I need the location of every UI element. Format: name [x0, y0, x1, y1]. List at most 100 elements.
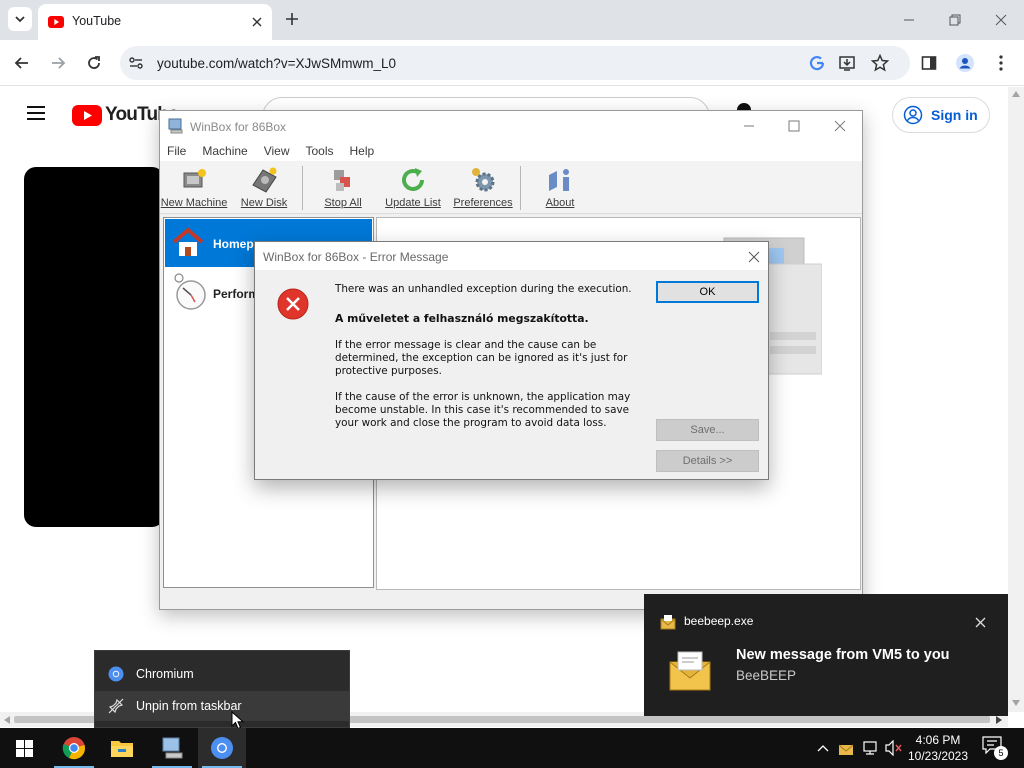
- profile-icon: [956, 54, 974, 72]
- chromium-icon: [211, 737, 233, 759]
- url-text: youtube.com/watch?v=XJwSMmwm_L0: [157, 56, 396, 71]
- save-button[interactable]: Save...: [656, 419, 759, 441]
- reload-button[interactable]: [80, 49, 108, 77]
- back-button[interactable]: [8, 49, 36, 77]
- google-lens-icon[interactable]: [808, 54, 826, 72]
- jumplist-item-label: Chromium: [136, 667, 194, 681]
- tray-network[interactable]: [860, 738, 880, 758]
- winbox-taskbar-icon: [162, 737, 183, 759]
- toast-title: New message from VM5 to you: [736, 647, 950, 663]
- action-center-button[interactable]: 5: [982, 736, 1008, 760]
- winbox-maximize-button[interactable]: [779, 114, 809, 138]
- tab-strip: YouTube: [0, 0, 1024, 40]
- minimize-button[interactable]: [897, 8, 921, 32]
- new-machine-label: New Machine: [160, 197, 228, 209]
- close-icon: [834, 120, 846, 132]
- guide-menu-button[interactable]: [26, 105, 46, 121]
- update-list-icon: [402, 168, 424, 191]
- forward-button[interactable]: [44, 49, 72, 77]
- new-machine-icon: [183, 169, 206, 188]
- minimize-icon: [904, 19, 914, 21]
- taskbar-chrome[interactable]: [50, 728, 98, 768]
- browser-toolbar: youtube.com/watch?v=XJwSMmwm_L0: [0, 40, 1024, 86]
- bookmark-star-icon[interactable]: [871, 54, 889, 72]
- jumplist-item-label: Unpin from taskbar: [136, 699, 242, 713]
- error-dialog-titlebar[interactable]: WinBox for 86Box - Error Message: [255, 242, 768, 270]
- stop-all-button[interactable]: Stop All: [319, 165, 367, 213]
- about-button[interactable]: About: [538, 165, 582, 213]
- error-summary: There was an unhandled exception during …: [335, 283, 632, 295]
- start-button[interactable]: [0, 728, 48, 768]
- tab-youtube[interactable]: YouTube: [38, 4, 272, 40]
- restore-button[interactable]: [943, 8, 967, 32]
- youtube-logo-icon: [72, 104, 102, 126]
- ok-button[interactable]: OK: [656, 281, 759, 303]
- arrow-left-icon: [14, 57, 28, 69]
- sign-in-label: Sign in: [931, 107, 978, 123]
- stop-all-icon: [334, 170, 350, 191]
- install-icon: [839, 56, 855, 71]
- side-panel-button[interactable]: [918, 52, 940, 74]
- menu-file[interactable]: File: [167, 144, 186, 158]
- scroll-down-icon: [1012, 700, 1020, 706]
- tab-search-button[interactable]: [8, 7, 32, 31]
- address-bar[interactable]: youtube.com/watch?v=XJwSMmwm_L0: [120, 46, 910, 80]
- chevron-down-icon: [15, 16, 25, 23]
- toast-notification[interactable]: beebeep.exe New message from VM5 to you …: [644, 594, 1008, 716]
- new-tab-button[interactable]: [282, 9, 302, 29]
- winbox-app-icon: [168, 118, 183, 134]
- details-button[interactable]: Details >>: [656, 450, 759, 472]
- update-list-button[interactable]: Update List: [382, 165, 444, 213]
- scroll-up-icon: [1012, 91, 1020, 97]
- winbox-close-button[interactable]: [825, 114, 855, 138]
- restore-icon: [949, 14, 961, 26]
- new-disk-button[interactable]: New Disk: [238, 165, 290, 213]
- winbox-minimize-button[interactable]: [734, 114, 764, 138]
- preferences-button[interactable]: Preferences: [452, 165, 514, 213]
- close-icon: [748, 251, 760, 263]
- taskbar-chromium[interactable]: [198, 728, 246, 768]
- menu-view[interactable]: View: [264, 144, 290, 158]
- side-panel-icon: [921, 56, 937, 70]
- hamburger-icon: [27, 106, 45, 120]
- winbox-menubar: File Machine View Tools Help: [160, 141, 862, 161]
- error-paragraph-2: If the cause of the error is unknown, th…: [335, 391, 631, 429]
- show-hidden-icons-button[interactable]: [813, 738, 833, 758]
- close-window-button[interactable]: [989, 8, 1013, 32]
- error-paragraph-1: If the error message is clear and the ca…: [335, 339, 628, 377]
- error-detail-message: A műveletet a felhasználó megszakította.: [335, 312, 589, 325]
- install-app-icon[interactable]: [838, 54, 856, 72]
- clock[interactable]: 4:06 PM 10/23/2023: [900, 732, 976, 764]
- jumplist-item-unpin[interactable]: Unpin from taskbar: [95, 691, 349, 721]
- taskbar-file-explorer[interactable]: [98, 728, 146, 768]
- minimize-icon: [744, 125, 754, 127]
- browser-menu-button[interactable]: [990, 52, 1012, 74]
- vertical-scrollbar[interactable]: [1008, 87, 1024, 712]
- toast-close-button[interactable]: [970, 612, 990, 632]
- new-disk-icon: [252, 167, 277, 193]
- menu-machine[interactable]: Machine: [202, 144, 247, 158]
- scroll-left-icon: [4, 716, 10, 724]
- folder-icon: [111, 741, 133, 757]
- preferences-icon: [472, 168, 495, 192]
- tab-close-button[interactable]: [248, 13, 266, 31]
- new-machine-button[interactable]: New Machine: [160, 165, 228, 213]
- site-info-icon[interactable]: [128, 55, 144, 71]
- google-g-icon: [809, 55, 825, 71]
- windows-logo-icon: [15, 739, 33, 757]
- error-dialog: WinBox for 86Box - Error Message There w…: [254, 241, 769, 480]
- profile-button[interactable]: [954, 52, 976, 74]
- error-dialog-close-button[interactable]: [743, 246, 765, 268]
- winbox-titlebar[interactable]: WinBox for 86Box: [160, 111, 862, 141]
- clock-time: 4:06 PM: [915, 733, 961, 747]
- video-player[interactable]: [24, 167, 164, 527]
- taskbar-winbox[interactable]: [148, 728, 196, 768]
- menu-help[interactable]: Help: [350, 144, 375, 158]
- tray-beebeep[interactable]: [836, 738, 856, 758]
- sign-in-button[interactable]: Sign in: [892, 97, 990, 133]
- menu-tools[interactable]: Tools: [306, 144, 334, 158]
- star-icon: [871, 54, 889, 72]
- jumplist-item-chromium[interactable]: Chromium: [95, 659, 349, 689]
- toast-body: BeeBEEP: [736, 668, 797, 683]
- toolbar-separator: [520, 166, 521, 210]
